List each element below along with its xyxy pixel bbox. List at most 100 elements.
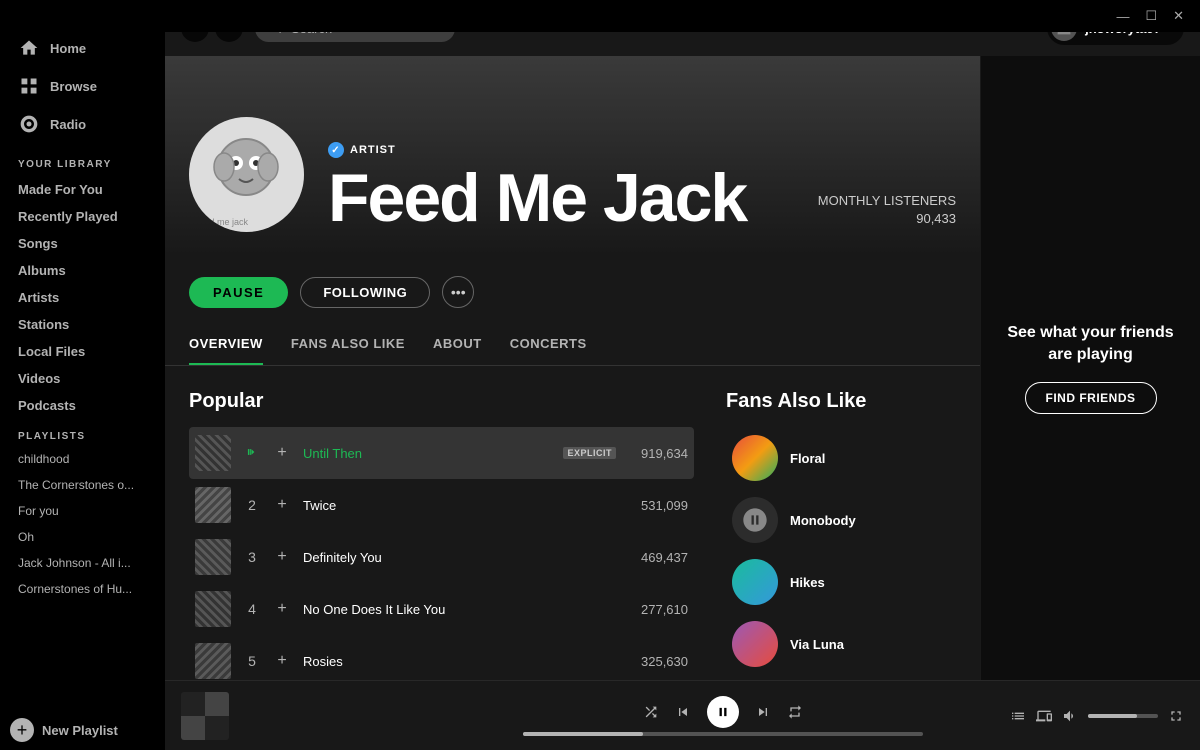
previous-button[interactable] — [675, 704, 691, 720]
fan-avatar — [732, 497, 778, 543]
track-title-col: Rosies — [303, 654, 616, 669]
fullscreen-button[interactable] — [1168, 708, 1184, 724]
track-plays: 469,437 — [628, 550, 688, 565]
sidebar-item-radio[interactable]: Radio — [8, 105, 157, 143]
track-row[interactable]: 5 + Rosies 325,630 — [189, 635, 694, 680]
track-thumb — [195, 643, 231, 679]
track-row[interactable]: + Until Then EXPLICIT 919,634 — [189, 427, 694, 479]
play-pause-button[interactable] — [707, 696, 739, 728]
close-button[interactable]: ✕ — [1165, 4, 1192, 28]
main-area: jnoworyta97 ▾ — [165, 0, 1200, 750]
track-add-button[interactable]: + — [273, 548, 291, 566]
queue-button[interactable] — [1010, 708, 1026, 724]
new-playlist-button[interactable]: + New Playlist — [0, 710, 165, 750]
artist-image: feed me jack — [189, 117, 304, 232]
artist-page: feed me jack ✓ ARTIST Feed Me Jack MONTH… — [165, 56, 980, 680]
fans-section: Fans Also Like Floral Monobody — [726, 390, 956, 680]
artist-info: ✓ ARTIST Feed Me Jack — [328, 142, 794, 232]
track-add-button[interactable]: + — [273, 600, 291, 618]
playlist-item-oh[interactable]: Oh — [8, 524, 157, 550]
track-thumb — [195, 539, 231, 575]
pause-button[interactable]: PAUSE — [189, 277, 288, 308]
fan-name: Hikes — [790, 575, 825, 590]
playlist-item-for-you[interactable]: For you — [8, 498, 157, 524]
monthly-listeners-label: MONTHLY LISTENERS — [818, 192, 956, 210]
fan-name: Monobody — [790, 513, 856, 528]
fan-item-hikes[interactable]: Hikes — [726, 551, 956, 613]
sidebar-item-browse[interactable]: Browse — [8, 67, 157, 105]
track-plays: 277,610 — [628, 602, 688, 617]
sidebar-item-videos[interactable]: Videos — [8, 365, 157, 392]
fan-avatar — [732, 621, 778, 667]
repeat-button[interactable] — [787, 704, 803, 720]
find-friends-button[interactable]: FIND FRIENDS — [1025, 382, 1157, 414]
track-row[interactable]: 2 + Twice 531,099 — [189, 479, 694, 531]
artist-header: feed me jack ✓ ARTIST Feed Me Jack MONTH… — [165, 56, 980, 256]
fan-item-monobody[interactable]: Monobody — [726, 489, 956, 551]
track-title-col: Twice — [303, 498, 616, 513]
playlist-item-cornerstones-hu[interactable]: Cornerstones of Hu... — [8, 576, 157, 602]
verified-icon: ✓ — [328, 142, 344, 158]
fan-item-via-luna[interactable]: Via Luna — [726, 613, 956, 675]
next-button[interactable] — [755, 704, 771, 720]
track-num — [243, 445, 261, 462]
popular-section: Popular + Until Then EXPLICIT — [189, 390, 694, 680]
track-title-col: Until Then EXPLICIT — [303, 446, 616, 461]
progress-bar[interactable] — [523, 732, 923, 736]
playlist-item-cornerstones[interactable]: The Cornerstones o... — [8, 472, 157, 498]
shuffle-button[interactable] — [643, 704, 659, 720]
tab-fans-also-like[interactable]: FANS ALSO LIKE — [291, 324, 405, 365]
player-right — [984, 708, 1184, 724]
devices-button[interactable] — [1036, 708, 1052, 724]
sidebar-item-home[interactable]: Home — [8, 29, 157, 67]
volume-bar[interactable] — [1088, 714, 1158, 718]
track-add-button[interactable]: + — [273, 496, 291, 514]
artist-badge: ✓ ARTIST — [328, 142, 794, 158]
playlists-label: PLAYLISTS — [8, 419, 157, 446]
home-label: Home — [50, 41, 86, 56]
player-album-art — [181, 692, 229, 740]
tab-overview[interactable]: OVERVIEW — [189, 324, 263, 365]
following-button[interactable]: FOLLOWING — [300, 277, 430, 308]
sidebar-item-albums[interactable]: Albums — [8, 257, 157, 284]
more-options-button[interactable]: ••• — [442, 276, 474, 308]
track-plays: 919,634 — [628, 446, 688, 461]
track-row[interactable]: 4 + No One Does It Like You 277,610 — [189, 583, 694, 635]
artist-body: Popular + Until Then EXPLICIT — [165, 366, 980, 680]
sidebar-item-songs[interactable]: Songs — [8, 230, 157, 257]
playlist-item-jack-johnson[interactable]: Jack Johnson - All i... — [8, 550, 157, 576]
minimize-button[interactable]: — — [1108, 5, 1137, 28]
sidebar-item-podcasts[interactable]: Podcasts — [8, 392, 157, 419]
volume-button[interactable] — [1062, 708, 1078, 724]
track-title: Definitely You — [303, 550, 616, 565]
svg-text:feed me jack: feed me jack — [197, 217, 249, 227]
playlist-item-childhood[interactable]: childhood — [8, 446, 157, 472]
artist-image-svg: feed me jack — [189, 117, 304, 232]
sidebar-item-made-for-you[interactable]: Made For You — [8, 176, 157, 203]
fan-item-floral[interactable]: Floral — [726, 427, 956, 489]
sidebar-item-local-files[interactable]: Local Files — [8, 338, 157, 365]
track-title-col: No One Does It Like You — [303, 602, 616, 617]
tab-concerts[interactable]: CONCERTS — [510, 324, 587, 365]
sidebar-item-recently-played[interactable]: Recently Played — [8, 203, 157, 230]
monthly-listeners-count: 90,433 — [818, 210, 956, 228]
sidebar-item-artists[interactable]: Artists — [8, 284, 157, 311]
track-thumb — [195, 487, 231, 523]
sidebar-item-stations[interactable]: Stations — [8, 311, 157, 338]
track-add-button[interactable]: + — [273, 652, 291, 670]
home-icon — [18, 37, 40, 59]
fan-name: Via Luna — [790, 637, 844, 652]
sidebar: Home Browse Radio YOUR LIBRARY Made For … — [0, 0, 165, 750]
progress-fill — [523, 732, 643, 736]
track-plays: 531,099 — [628, 498, 688, 513]
track-thumb — [195, 591, 231, 627]
maximize-button[interactable]: ☐ — [1137, 4, 1165, 28]
artist-label: ARTIST — [350, 144, 396, 156]
track-add-button[interactable]: + — [273, 444, 291, 462]
fan-avatar — [732, 435, 778, 481]
artist-tabs: OVERVIEW FANS ALSO LIKE ABOUT CONCERTS — [165, 324, 980, 366]
track-row[interactable]: 3 + Definitely You 469,437 — [189, 531, 694, 583]
fan-avatar — [732, 559, 778, 605]
popular-title: Popular — [189, 390, 694, 413]
tab-about[interactable]: ABOUT — [433, 324, 482, 365]
